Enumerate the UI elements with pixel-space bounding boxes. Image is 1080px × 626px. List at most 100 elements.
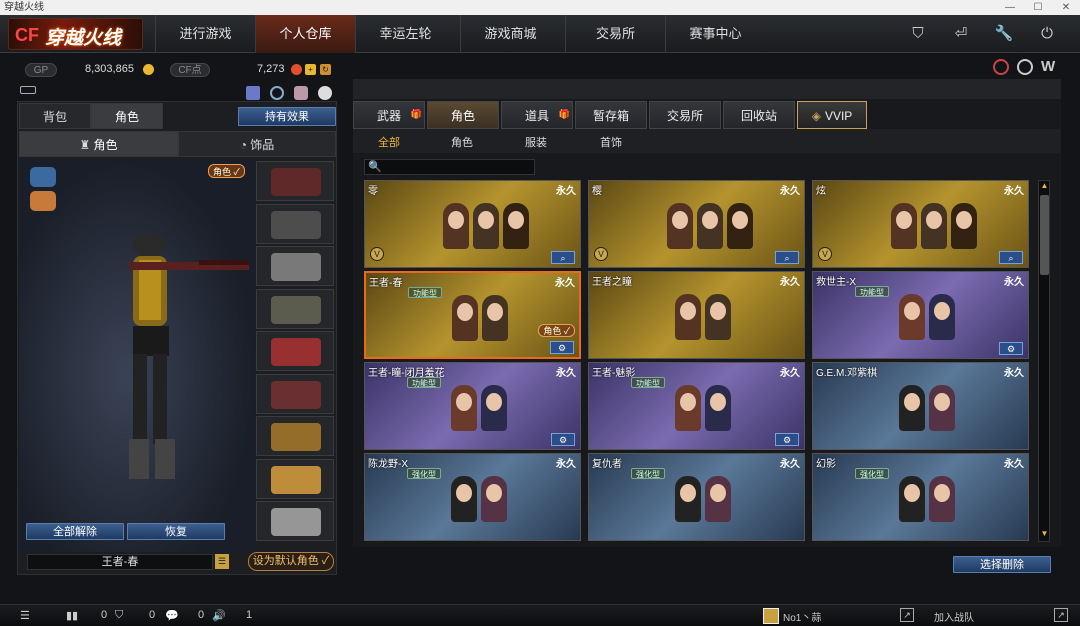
radio-slot[interactable] [256, 288, 334, 329]
scrollbar[interactable]: ▲ ▼ [1038, 180, 1050, 542]
tab-backpack[interactable]: 背包 [19, 103, 91, 129]
refresh-icon[interactable]: ↻ [320, 64, 331, 75]
tab-0[interactable]: 武器 🎁 [353, 101, 425, 129]
gift-icon[interactable] [246, 86, 260, 100]
tab-1[interactable]: 角色 [427, 101, 499, 129]
character-card[interactable]: 零 永久 V ⌕ [364, 180, 581, 268]
chat-icon[interactable]: 💬 [165, 609, 179, 622]
character-card[interactable]: 樱 永久 V ⌕ [588, 180, 805, 268]
search-icon[interactable]: ⌕ [775, 251, 799, 264]
filter-2[interactable]: 服装 [525, 134, 547, 150]
ammo-slot[interactable] [256, 416, 334, 456]
list-icon[interactable]: ☰ [215, 554, 229, 569]
character-card[interactable]: 炫 永久 V ⌕ [812, 180, 1029, 268]
character-card[interactable]: 复仇者 永久 强化型 [588, 453, 805, 541]
minimize-button[interactable]: — [1000, 0, 1020, 15]
gear-icon[interactable]: ⚙ [550, 341, 574, 354]
tab-6[interactable]: ◈ VVIP [797, 101, 867, 129]
card-permanent: 永久 [1004, 459, 1024, 470]
pose-icon[interactable] [30, 191, 56, 211]
cycle-icon[interactable] [270, 86, 284, 100]
vip-w-icon[interactable]: W [1041, 58, 1055, 75]
knife-slot[interactable] [256, 501, 334, 541]
search-icon[interactable]: ⌕ [551, 251, 575, 264]
subtab-character[interactable]: ♜ 角色 [19, 131, 178, 157]
character-card[interactable]: 王者-春 永久 功能型 ⚙ 角色 ✓ [364, 271, 581, 359]
goggles-slot[interactable] [256, 246, 334, 286]
target-icon[interactable] [993, 59, 1009, 75]
volume-icon[interactable]: 🔊 [212, 609, 226, 622]
maximize-button[interactable]: ☐ [1028, 0, 1048, 15]
tab-character[interactable]: 角色 [91, 103, 163, 129]
goggles-icon [271, 253, 321, 281]
tab-label: 交易所 [666, 109, 703, 123]
character-card[interactable]: 幻影 永久 强化型 [812, 453, 1029, 541]
close-button[interactable]: ✕ [1056, 0, 1076, 15]
nav-tab-1[interactable]: 个人仓库 [255, 15, 355, 53]
scroll-down-icon[interactable]: ▼ [1040, 529, 1049, 541]
search-box[interactable]: 🔍 [364, 159, 535, 175]
tab-3[interactable]: 暂存箱 [575, 101, 647, 129]
tab-2[interactable]: 道具 🎁 [501, 101, 573, 129]
unequip-all-button[interactable]: 全部解除 [26, 523, 124, 540]
filter-1[interactable]: 角色 [451, 134, 473, 150]
scroll-up-icon[interactable]: ▲ [1040, 181, 1049, 193]
card-name: 王者之瞳 [592, 277, 632, 288]
card-permanent: 永久 [1004, 277, 1024, 288]
restore-button[interactable]: 恢复 [127, 523, 225, 540]
nav-tab-2[interactable]: 幸运左轮 [355, 15, 455, 53]
paint-icon[interactable] [294, 86, 308, 100]
character-card[interactable]: 王者-瞳-闭月羞花 永久 功能型 ⚙ [364, 362, 581, 450]
gear-icon[interactable]: ⚙ [775, 433, 799, 446]
nav-tab-3[interactable]: 游戏商城 [460, 15, 560, 53]
menu-icon[interactable]: ☰ [20, 609, 30, 622]
vest-slot[interactable] [256, 331, 334, 371]
card-name: 樱 [592, 186, 602, 197]
owned-effects-button[interactable]: 持有效果 [238, 107, 336, 126]
rifle-slot[interactable] [256, 161, 334, 201]
character-card[interactable]: 陈龙野-X 永久 强化型 [364, 453, 581, 541]
join-clan-link[interactable]: 加入战队 [934, 609, 974, 624]
expand-clan-icon[interactable]: ↗ [1054, 608, 1068, 622]
character-portrait [727, 203, 753, 249]
tab-5[interactable]: 回收站 [723, 101, 795, 129]
mouse-icon[interactable] [318, 86, 332, 100]
character-preview[interactable]: 角色 ✓ [19, 159, 255, 552]
nav-tab-5[interactable]: 赛事中心 [665, 15, 765, 53]
scroll-thumb[interactable] [1040, 195, 1049, 275]
subtab-accessory[interactable]: ◔ 饰品 [178, 131, 336, 157]
player-avatar[interactable] [763, 608, 779, 624]
pet-icon [271, 465, 321, 494]
player-name[interactable]: No1丶蒜 [783, 609, 821, 624]
backpack-slot[interactable] [256, 373, 334, 414]
set-default-character-button[interactable]: 设为默认角色 ✓ [248, 552, 334, 571]
nav-tab-0[interactable]: 进行游戏 [155, 15, 255, 53]
search-icon[interactable]: ⌕ [999, 251, 1023, 264]
power-icon[interactable]: ⏻ [1035, 23, 1059, 45]
tab-label: 角色 [450, 109, 475, 123]
link-icon[interactable] [20, 86, 36, 94]
tools-icon[interactable]: 🔧 [992, 23, 1016, 45]
character-card[interactable]: 救世主-X 永久 功能型 ⚙ [812, 271, 1029, 359]
rotate-icon[interactable] [30, 167, 56, 187]
filter-0[interactable]: 全部 [378, 134, 400, 150]
expand-icon[interactable]: ↗ [900, 608, 914, 622]
add-cf-icon[interactable]: + [305, 64, 316, 75]
gear-icon[interactable]: ⚙ [999, 342, 1023, 355]
helmet-slot[interactable] [256, 203, 334, 244]
filter-3[interactable]: 首饰 [600, 134, 622, 150]
character-card[interactable]: G.E.M.邓紫棋 永久 [812, 362, 1029, 450]
search-input[interactable] [383, 161, 531, 173]
gear-icon[interactable]: ⚙ [551, 433, 575, 446]
gp-label: GP [25, 63, 57, 77]
shield-icon[interactable]: ⛉ [906, 23, 930, 45]
gear-icon[interactable] [1017, 59, 1033, 75]
character-card[interactable]: 王者之瞳 永久 [588, 271, 805, 359]
card-permanent: 永久 [556, 459, 576, 470]
nav-tab-4[interactable]: 交易所 [565, 15, 665, 53]
select-delete-button[interactable]: 选择删除 [953, 556, 1051, 573]
tab-4[interactable]: 交易所 [649, 101, 721, 129]
exit-icon[interactable]: ⏎ [949, 23, 973, 45]
character-card[interactable]: 王者-魅影 永久 功能型 ⚙ [588, 362, 805, 450]
pet-slot[interactable] [256, 458, 334, 499]
